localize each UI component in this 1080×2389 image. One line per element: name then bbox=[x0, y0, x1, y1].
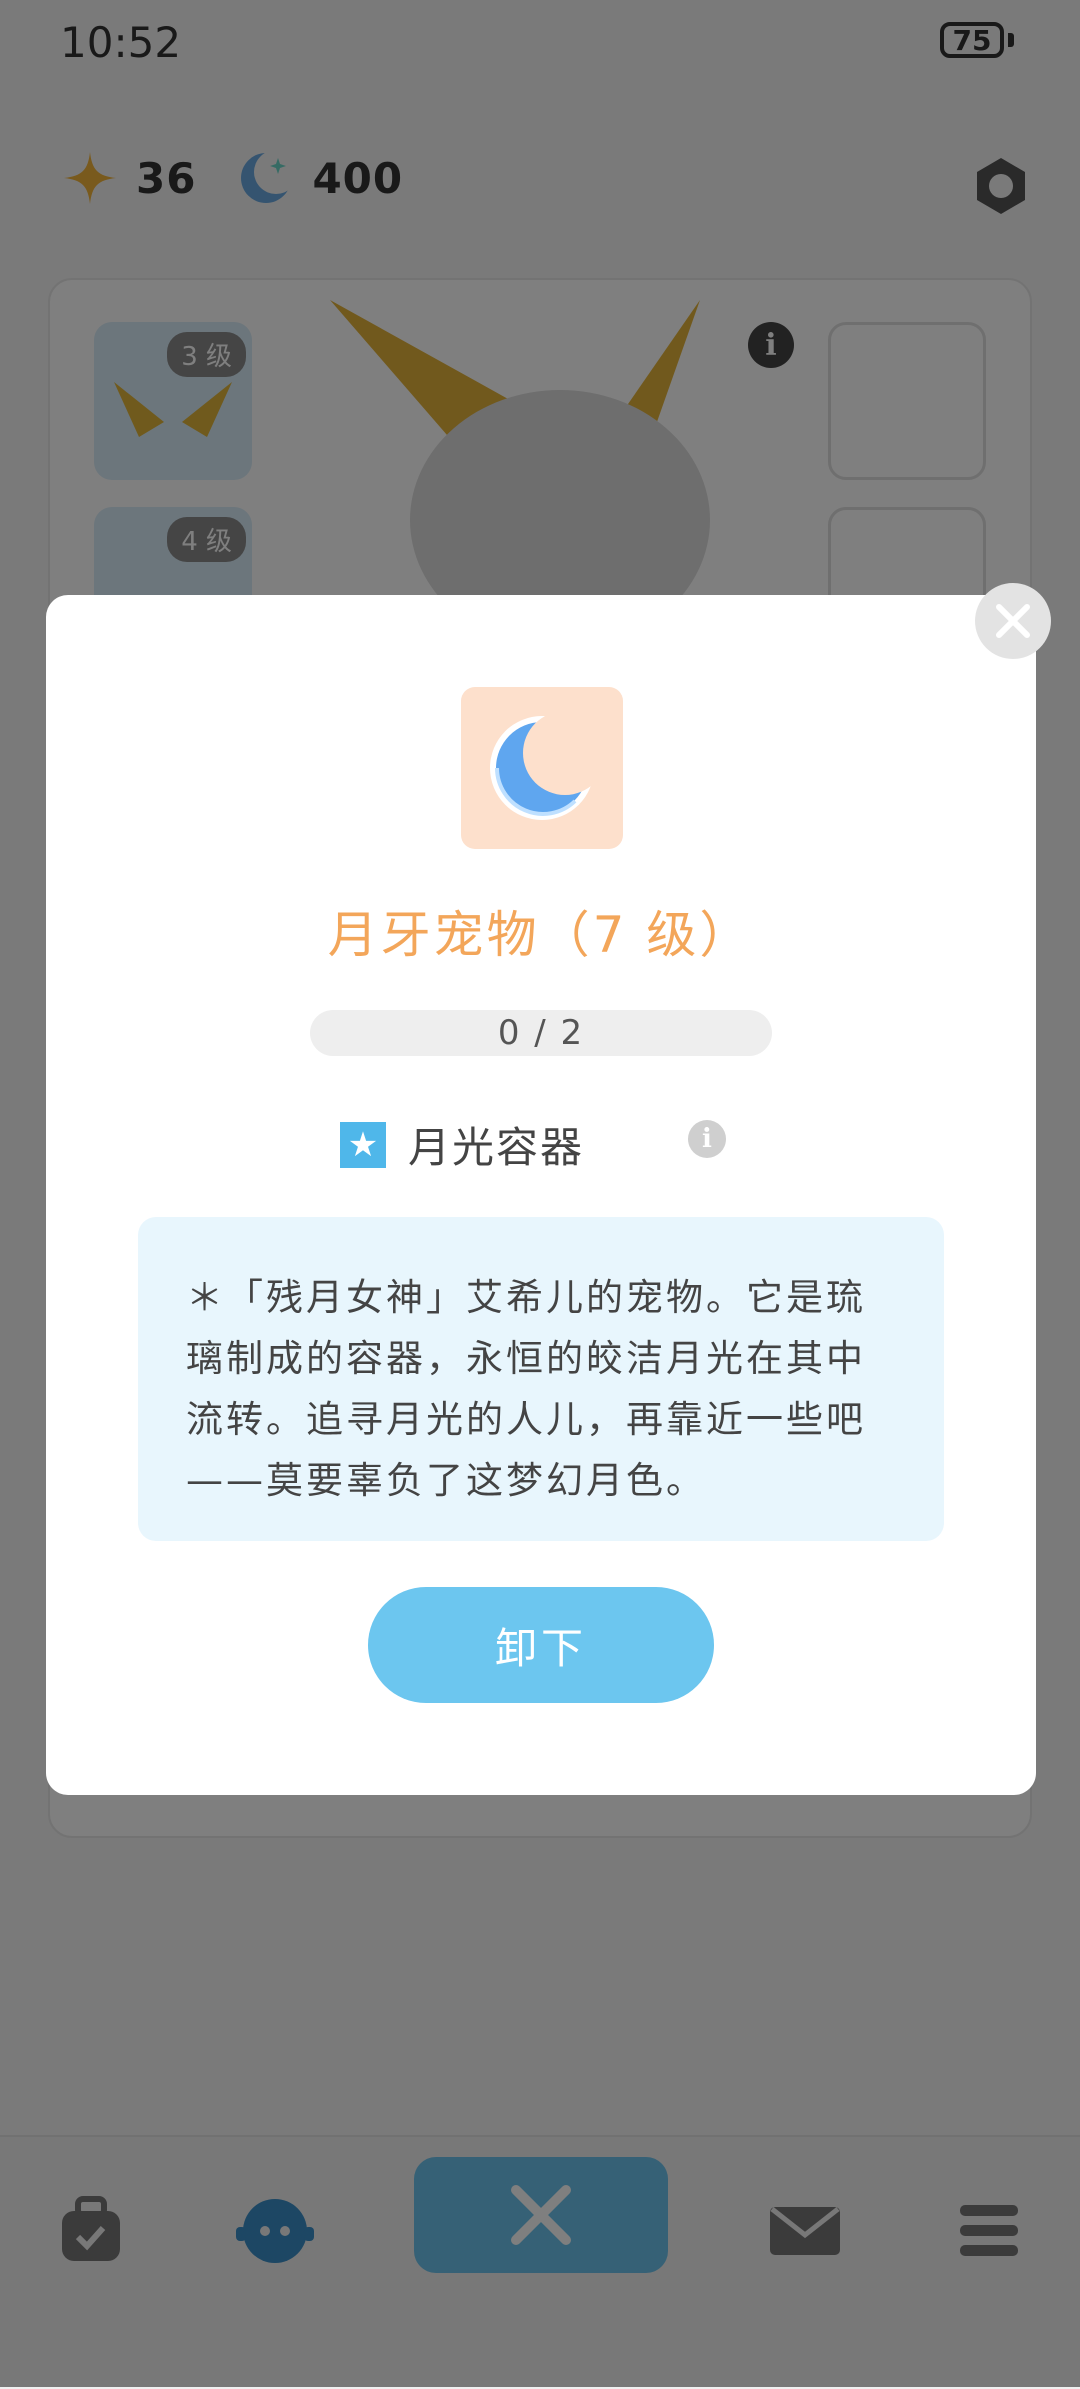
info-icon[interactable]: i bbox=[688, 1120, 726, 1158]
crescent-moon-icon bbox=[490, 711, 601, 820]
item-image bbox=[461, 687, 623, 849]
item-tag: ★ 月光容器 bbox=[340, 1114, 584, 1175]
unequip-button[interactable]: 卸下 bbox=[368, 1587, 714, 1703]
close-icon bbox=[996, 604, 1030, 638]
star-badge-icon: ★ bbox=[340, 1121, 386, 1168]
progress-bar: 0 / 2 bbox=[310, 1010, 772, 1056]
progress-text: 0 / 2 bbox=[497, 1013, 585, 1053]
item-title: 月牙宠物（7 级） bbox=[327, 906, 753, 964]
close-button[interactable] bbox=[975, 583, 1051, 659]
tag-label: 月光容器 bbox=[408, 1123, 585, 1172]
description-text: ＊「残月女神」艾希儿的宠物。它是琉璃制成的容器，永恒的皎洁月光在其中流转。追寻月… bbox=[186, 1276, 866, 1502]
description-box: ＊「残月女神」艾希儿的宠物。它是琉璃制成的容器，永恒的皎洁月光在其中流转。追寻月… bbox=[138, 1217, 944, 1541]
